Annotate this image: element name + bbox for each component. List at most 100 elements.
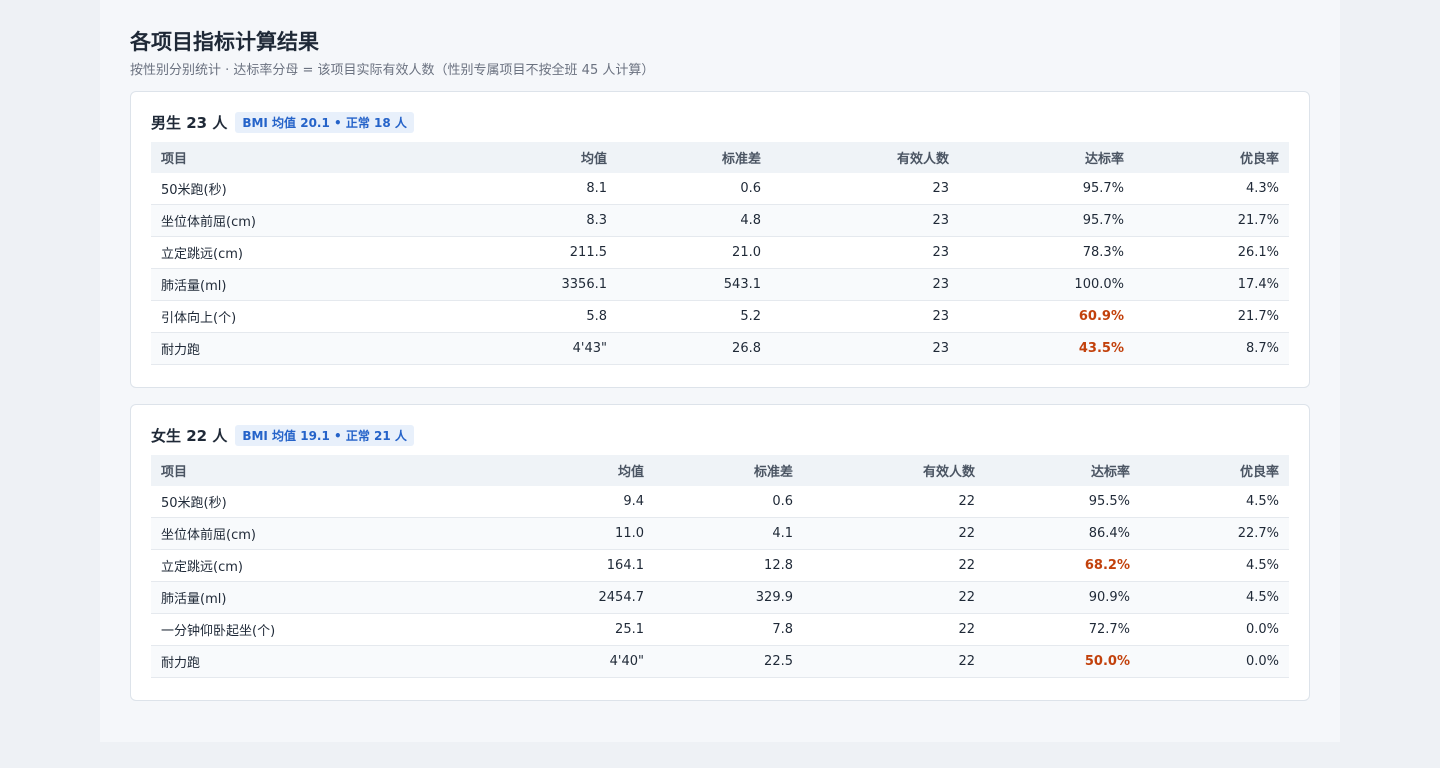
item-name-cell: 立定跳远(cm) <box>151 549 501 582</box>
column-header-pass-rate: 达标率 <box>985 455 1140 486</box>
count-cell: 23 <box>771 236 959 269</box>
mean-cell: 5.8 <box>451 300 617 333</box>
column-header-good-rate: 优良率 <box>1134 142 1289 173</box>
item-name-cell: 50米跑(秒) <box>151 486 501 518</box>
girls-table-body: 50米跑(秒) 9.4 0.6 22 95.5% 4.5% 坐位体前屈(cm) 11.0 4.1… <box>151 486 1289 678</box>
good-rate-cell: 4.5% <box>1140 549 1289 582</box>
item-name-cell: 一分钟仰卧起坐(个) <box>151 613 501 646</box>
count-cell: 23 <box>771 300 959 333</box>
count-cell: 22 <box>803 645 985 678</box>
good-rate-cell: 22.7% <box>1140 517 1289 550</box>
mean-cell: 164.1 <box>501 549 654 582</box>
count-cell: 22 <box>803 517 985 550</box>
pass-rate-cell: 95.7% <box>959 204 1134 237</box>
item-name-cell: 肺活量(ml) <box>151 581 501 614</box>
mean-cell: 4'40" <box>501 645 654 678</box>
mean-cell: 8.1 <box>451 173 617 205</box>
boys-table: 项目 均值 标准差 有效人数 达标率 优良率 50米跑(秒) 8.1 0.6 23 95… <box>151 142 1289 365</box>
column-header-sd: 标准差 <box>617 142 771 173</box>
sd-cell: 0.6 <box>654 486 803 518</box>
pass-rate-cell: 86.4% <box>985 517 1140 550</box>
sd-cell: 7.8 <box>654 613 803 646</box>
count-cell: 22 <box>803 486 985 518</box>
column-header-item: 项目 <box>151 455 501 486</box>
column-header-sd: 标准差 <box>654 455 803 486</box>
good-rate-cell: 26.1% <box>1134 236 1289 269</box>
girls-table: 项目 均值 标准差 有效人数 达标率 优良率 50米跑(秒) 9.4 0.6 22 95… <box>151 455 1289 678</box>
mean-cell: 2454.7 <box>501 581 654 614</box>
column-header-mean: 均值 <box>501 455 654 486</box>
column-header-good-rate: 优良率 <box>1140 455 1289 486</box>
pass-rate-cell: 95.7% <box>959 173 1134 205</box>
table-row: 肺活量(ml) 2454.7 329.9 22 90.9% 4.5% <box>151 581 1289 614</box>
pass-rate-cell: 90.9% <box>985 581 1140 614</box>
column-header-count: 有效人数 <box>803 455 985 486</box>
table-row: 立定跳远(cm) 164.1 12.8 22 68.2% 4.5% <box>151 549 1289 582</box>
good-rate-cell: 21.7% <box>1134 204 1289 237</box>
girls-bmi-badge: BMI 均值 19.1 • 正常 21 人 <box>235 424 414 446</box>
mean-cell: 211.5 <box>451 236 617 269</box>
sd-cell: 4.8 <box>617 204 771 237</box>
count-cell: 23 <box>771 173 959 205</box>
sd-cell: 4.1 <box>654 517 803 550</box>
results-page: 各项目指标计算结果 按性别分别统计 · 达标率分母 = 该项目实际有效人数（性别… <box>100 0 1340 742</box>
pass-rate-cell: 68.2% <box>985 549 1140 582</box>
table-row: 50米跑(秒) 9.4 0.6 22 95.5% 4.5% <box>151 486 1289 518</box>
table-row: 50米跑(秒) 8.1 0.6 23 95.7% 4.3% <box>151 173 1289 205</box>
item-name-cell: 坐位体前屈(cm) <box>151 204 451 237</box>
good-rate-cell: 8.7% <box>1134 332 1289 365</box>
item-name-cell: 立定跳远(cm) <box>151 236 451 269</box>
pass-rate-cell: 78.3% <box>959 236 1134 269</box>
pass-rate-cell: 95.5% <box>985 486 1140 518</box>
sd-cell: 26.8 <box>617 332 771 365</box>
table-row: 肺活量(ml) 3356.1 543.1 23 100.0% 17.4% <box>151 268 1289 301</box>
table-header-row: 项目 均值 标准差 有效人数 达标率 优良率 <box>151 142 1289 173</box>
table-row: 立定跳远(cm) 211.5 21.0 23 78.3% 26.1% <box>151 236 1289 269</box>
pass-rate-cell: 43.5% <box>959 332 1134 365</box>
table-row: 耐力跑 4'40" 22.5 22 50.0% 0.0% <box>151 645 1289 678</box>
column-header-mean: 均值 <box>451 142 617 173</box>
good-rate-cell: 17.4% <box>1134 268 1289 301</box>
count-cell: 23 <box>771 268 959 301</box>
table-row: 引体向上(个) 5.8 5.2 23 60.9% 21.7% <box>151 300 1289 333</box>
good-rate-cell: 21.7% <box>1134 300 1289 333</box>
table-row: 一分钟仰卧起坐(个) 25.1 7.8 22 72.7% 0.0% <box>151 613 1289 646</box>
boys-table-body: 50米跑(秒) 8.1 0.6 23 95.7% 4.3% 坐位体前屈(cm) 8.3 4.8 2… <box>151 173 1289 365</box>
good-rate-cell: 0.0% <box>1140 645 1289 678</box>
good-rate-cell: 4.5% <box>1140 581 1289 614</box>
sd-cell: 543.1 <box>617 268 771 301</box>
pass-rate-cell: 72.7% <box>985 613 1140 646</box>
sd-cell: 329.9 <box>654 581 803 614</box>
mean-cell: 4'43" <box>451 332 617 365</box>
table-header-row: 项目 均值 标准差 有效人数 达标率 优良率 <box>151 455 1289 486</box>
column-header-pass-rate: 达标率 <box>959 142 1134 173</box>
count-cell: 22 <box>803 581 985 614</box>
item-name-cell: 肺活量(ml) <box>151 268 451 301</box>
item-name-cell: 引体向上(个) <box>151 300 451 333</box>
count-cell: 23 <box>771 204 959 237</box>
table-row: 坐位体前屈(cm) 8.3 4.8 23 95.7% 21.7% <box>151 204 1289 237</box>
mean-cell: 8.3 <box>451 204 617 237</box>
good-rate-cell: 4.3% <box>1134 173 1289 205</box>
page-subtitle: 按性别分别统计 · 达标率分母 = 该项目实际有效人数（性别专属项目不按全班 4… <box>130 63 655 78</box>
mean-cell: 9.4 <box>501 486 654 518</box>
girls-card-title: 女生 22 人 <box>151 426 228 445</box>
mean-cell: 25.1 <box>501 613 654 646</box>
sd-cell: 12.8 <box>654 549 803 582</box>
count-cell: 22 <box>803 549 985 582</box>
table-row: 耐力跑 4'43" 26.8 23 43.5% 8.7% <box>151 332 1289 365</box>
mean-cell: 11.0 <box>501 517 654 550</box>
girls-card: 女生 22 人 BMI 均值 19.1 • 正常 21 人 项目 均值 标准差 … <box>130 404 1310 701</box>
count-cell: 22 <box>803 613 985 646</box>
boys-card-title: 男生 23 人 <box>151 113 228 132</box>
boys-card-header: 男生 23 人 BMI 均值 20.1 • 正常 18 人 <box>151 111 414 133</box>
count-cell: 23 <box>771 332 959 365</box>
item-name-cell: 50米跑(秒) <box>151 173 451 205</box>
page-title: 各项目指标计算结果 <box>130 30 319 54</box>
pass-rate-cell: 60.9% <box>959 300 1134 333</box>
boys-card: 男生 23 人 BMI 均值 20.1 • 正常 18 人 项目 均值 标准差 … <box>130 91 1310 388</box>
item-name-cell: 耐力跑 <box>151 332 451 365</box>
sd-cell: 21.0 <box>617 236 771 269</box>
table-row: 坐位体前屈(cm) 11.0 4.1 22 86.4% 22.7% <box>151 517 1289 550</box>
sd-cell: 0.6 <box>617 173 771 205</box>
